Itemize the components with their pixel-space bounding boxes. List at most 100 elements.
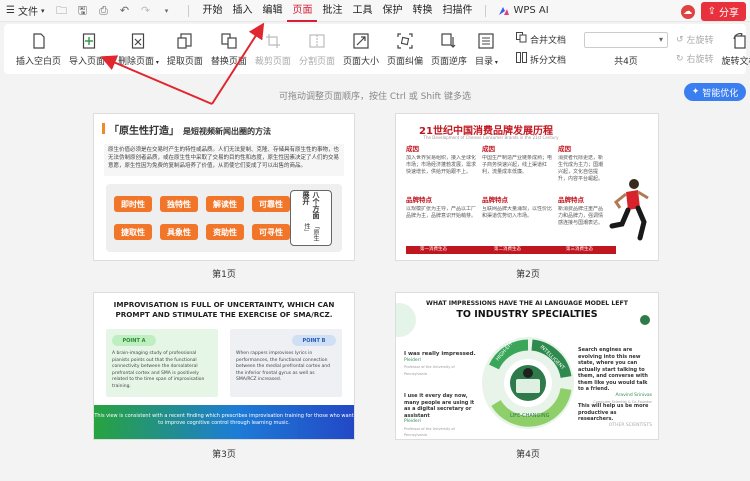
quote-author: OTHER SCIENTISTS <box>608 422 652 428</box>
quote-role: Professor of the University of Pennsylva… <box>404 365 455 376</box>
wps-ai-button[interactable]: WPS AI <box>498 5 549 16</box>
replace-page-button[interactable]: 替换页面 <box>207 26 251 72</box>
merge-doc-button[interactable]: 合并文档 <box>515 32 566 46</box>
quote-text: Search engines are evolving into this ne… <box>578 347 648 392</box>
merge-doc-label: 合并文档 <box>529 35 566 46</box>
quote-role: Professor of the University of Pennsylva… <box>404 426 455 438</box>
save-icon[interactable]: 🖫 <box>75 4 89 18</box>
import-page-button[interactable]: 导入页面 ▾ <box>65 26 114 72</box>
stage-label: 第三消费生态 <box>566 247 593 252</box>
page-size-button[interactable]: 页面大小 <box>339 26 383 72</box>
delete-page-button[interactable]: 删除页面 ▾ <box>114 26 163 72</box>
chevron-down-icon: ▾ <box>40 6 45 15</box>
extract-page-button[interactable]: 提取页面 <box>163 26 207 72</box>
page-range-select[interactable]: ▾ <box>583 31 668 48</box>
page-skew-label: 页面纠偏 <box>386 56 423 67</box>
delete-page-label: 删除页面 <box>117 56 154 67</box>
slide-title-main: 「原生性打造」 <box>109 126 179 137</box>
page-reverse-label: 页面逆序 <box>430 56 467 67</box>
import-page-icon <box>80 32 98 50</box>
tab-scan[interactable]: 扫描件 <box>437 0 477 22</box>
toc-icon <box>477 32 495 50</box>
slide-subtitle: The Development of Chinese Consumer Bran… <box>423 135 559 140</box>
smart-optimize-button[interactable]: ✦ 智能优化 <box>684 83 746 101</box>
share-label: 分享 <box>719 8 739 19</box>
page-skew-button[interactable]: 页面纠偏 <box>383 26 427 72</box>
slide-title-sub: 是短视频新闻出圈的方法 <box>183 127 271 136</box>
rotate-group: ↺ 左旋转 ↻ 右旋转 <box>672 33 718 66</box>
crop-icon <box>264 32 282 50</box>
rotate-right-button[interactable]: ↻ 右旋转 <box>676 52 714 66</box>
drag-hint: 可拖动调整页面顺序，按住 Ctrl 或 Shift 键多选 <box>279 92 471 102</box>
slide-paragraph: 原生价值必须是在交易时产生的特性或品质。人们无法复制、克隆、存储具有原生性的事物… <box>104 144 344 176</box>
rotate-doc-label: 旋转文档 <box>721 56 750 67</box>
tab-edit[interactable]: 编辑 <box>257 0 287 22</box>
quote-card: This will help us be more productive as … <box>578 403 652 429</box>
split-page-button[interactable]: 分割页面 <box>295 26 339 72</box>
replace-page-icon <box>220 32 238 50</box>
trait-tag: 独特性 <box>160 196 198 212</box>
tab-page[interactable]: 页面 <box>287 0 318 22</box>
trait-tag: 即时性 <box>114 196 152 212</box>
share-button[interactable]: ⇪ 分享 <box>700 2 746 21</box>
column-heading: 品牌特点 <box>558 196 584 204</box>
cloud-sync-icon[interactable]: ☁ <box>680 4 695 19</box>
point-a-text: A brain-imaging study of professional pi… <box>112 351 205 389</box>
tab-comment[interactable]: 批注 <box>317 0 347 22</box>
undo-icon[interactable]: ↶ <box>117 4 131 18</box>
rotate-left-button[interactable]: ↺ 左旋转 <box>676 33 714 47</box>
split-doc-button[interactable]: 拆分文档 <box>515 52 566 66</box>
redo-icon[interactable]: ↷ <box>138 4 152 18</box>
file-menu[interactable]: ☰ 文件 ▾ <box>6 3 44 18</box>
quote-text: I use it every day now, many people are … <box>404 393 475 419</box>
extract-page-label: 提取页面 <box>166 56 203 67</box>
rotate-doc-button[interactable]: 旋转文档 <box>718 26 750 72</box>
trait-tag: 捷取性 <box>114 224 152 240</box>
tab-convert[interactable]: 转换 <box>407 0 437 22</box>
menubar-right: ☁ ⇪ 分享 <box>680 2 746 21</box>
tab-start[interactable]: 开始 <box>197 0 227 22</box>
page-caption-2: 第2页 <box>516 270 540 280</box>
column-text: 消费者代际更迭，新生代成为主力；国潮兴起，文化自信提升，内容平台崛起。 <box>558 155 604 182</box>
column-heading: 品牌特点 <box>406 196 432 204</box>
trait-tag: 具象性 <box>160 224 198 240</box>
tab-tools[interactable]: 工具 <box>347 0 377 22</box>
column-heading: 成因 <box>482 145 495 153</box>
page-thumbnail-2[interactable]: 21世纪中国消费品牌发展历程 The Development of Chines… <box>396 114 658 260</box>
trait-tag: 解读性 <box>206 196 244 212</box>
crop-page-label: 裁剪页面 <box>254 56 291 67</box>
page-reverse-button[interactable]: 页面逆序 <box>427 26 471 72</box>
slide-title: IMPROVISATION IS FULL OF UNCERTAINTY, WH… <box>113 300 335 319</box>
eight-aspects-text: 八个方面展开 <box>302 191 320 219</box>
column-text: 新消费品牌注重产品力和品牌力，强调情感连接与国潮表达。 <box>558 206 604 226</box>
column-text: 以规模扩张为主导，产品以工厂品牌为主，品牌意识开始萌芽。 <box>406 206 477 219</box>
quote-text: I was really impressed. <box>404 351 476 357</box>
split-doc-icon <box>515 52 527 66</box>
stage-label: 第二消费生态 <box>494 247 521 252</box>
page-thumbnail-1[interactable]: 「原生性打造」 是短视频新闻出圈的方法 原生价值必须是在交易时产生的特性或品质。… <box>94 114 354 260</box>
column-text: 加入世界贸易组织，接入全球化市场；市场经济蓬勃发展，需求快速增长，供给开始跟不上… <box>406 155 477 175</box>
chevron-down-icon: ▾ <box>658 35 663 44</box>
page-thumbnail-3[interactable]: IMPROVISATION IS FULL OF UNCERTAINTY, WH… <box>94 293 354 439</box>
point-b-text: When rappers improvises lyrics in perfor… <box>236 351 331 382</box>
sparkle-icon: ✦ <box>691 87 700 97</box>
more-dropdown-icon[interactable]: ▾ <box>159 4 173 18</box>
toc-label: 目录 <box>475 56 494 67</box>
tab-insert[interactable]: 插入 <box>227 0 257 22</box>
ribbon-tabs: 开始 插入 编辑 页面 批注 工具 保护 转换 扫描件 <box>197 0 477 22</box>
column-heading: 成因 <box>406 145 419 153</box>
blank-page-icon <box>30 32 48 50</box>
toc-button[interactable]: 目录 ▾ <box>471 26 502 72</box>
open-folder-icon[interactable]: 🗀 <box>54 4 68 18</box>
print-icon[interactable]: ⎙ <box>96 4 110 18</box>
insert-blank-page-button[interactable]: 插入空白页 <box>12 26 65 72</box>
rotate-doc-icon <box>731 32 749 50</box>
rotate-right-label: 右旋转 <box>686 55 714 65</box>
tab-protect[interactable]: 保护 <box>377 0 407 22</box>
slide-title: 「原生性打造」 是短视频新闻出圈的方法 <box>102 122 271 137</box>
crop-page-button[interactable]: 裁剪页面 <box>251 26 295 72</box>
quote-card: I was really impressed. Pleiderl Profess… <box>404 351 476 377</box>
page-thumbnail-4[interactable]: WHAT IMPRESSIONS HAVE THE AI LANGUAGE MO… <box>396 293 658 439</box>
page-caption-4: 第4页 <box>516 450 540 460</box>
split-page-label: 分割页面 <box>298 56 335 67</box>
